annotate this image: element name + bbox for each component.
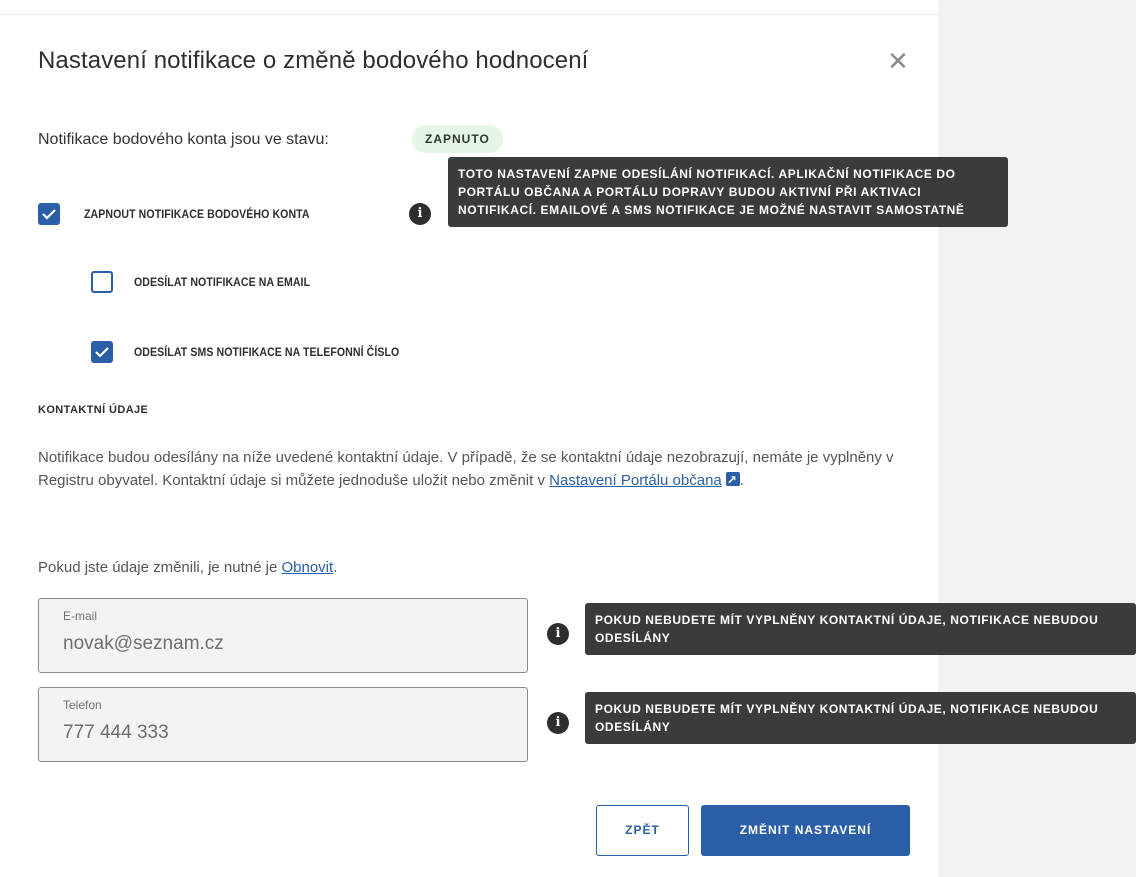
dialog-title: Nastavení notifikace o změně bodového ho… — [38, 47, 589, 74]
back-button[interactable]: ZPĚT — [596, 805, 689, 856]
phone-field-value: 777 444 333 — [63, 722, 169, 743]
info-icon[interactable]: i — [547, 623, 569, 645]
send-email-checkbox[interactable] — [91, 271, 113, 293]
email-field-label: E-mail — [63, 609, 98, 623]
background-panel — [938, 0, 1136, 877]
change-settings-button[interactable]: ZMĚNIT NASTAVENÍ — [701, 805, 910, 856]
checkmark-icon — [95, 347, 109, 358]
phone-field-label: Telefon — [63, 698, 102, 712]
refresh-hint: Pokud jste údaje změnili, je nutné je Ob… — [38, 559, 338, 576]
portal-settings-link[interactable]: Nastavení Portálu občana — [549, 472, 722, 489]
refresh-link[interactable]: Obnovit — [281, 559, 333, 576]
send-email-label: ODESÍLAT NOTIFIKACE NA EMAIL — [134, 275, 311, 289]
checkmark-icon — [42, 209, 56, 220]
notification-settings-dialog: Nastavení notifikace o změně bodového ho… — [0, 0, 1008, 877]
status-label: Notifikace bodového konta jsou ve stavu: — [38, 131, 329, 148]
enable-notifications-tooltip: TOTO NASTAVENÍ ZAPNE ODESÍLÁNÍ NOTIFIKAC… — [448, 157, 1008, 227]
email-tooltip: POKUD NEBUDETE MÍT VYPLNĚNY KONTAKTNÍ ÚD… — [585, 603, 1136, 655]
enable-notifications-checkbox[interactable] — [38, 203, 60, 225]
info-icon[interactable]: i — [409, 203, 431, 225]
send-sms-checkbox[interactable] — [91, 341, 113, 363]
external-link-icon — [725, 469, 740, 492]
close-icon[interactable]: ✕ — [884, 48, 912, 76]
enable-notifications-label: ZAPNOUT NOTIFIKACE BODOVÉHO KONTA — [84, 207, 310, 221]
phone-field[interactable]: Telefon 777 444 333 — [38, 687, 528, 762]
send-sms-label: ODESÍLAT SMS NOTIFIKACE NA TELEFONNÍ ČÍS… — [134, 345, 400, 359]
contact-description: Notifikace budou odesílány na níže uvede… — [38, 446, 938, 492]
status-badge: ZAPNUTO — [412, 125, 503, 153]
contact-heading: KONTAKTNÍ ÚDAJE — [38, 404, 149, 416]
email-field[interactable]: E-mail novak@seznam.cz — [38, 598, 528, 673]
info-icon[interactable]: i — [547, 712, 569, 734]
email-field-value: novak@seznam.cz — [63, 633, 224, 654]
phone-tooltip: POKUD NEBUDETE MÍT VYPLNĚNY KONTAKTNÍ ÚD… — [585, 692, 1136, 744]
